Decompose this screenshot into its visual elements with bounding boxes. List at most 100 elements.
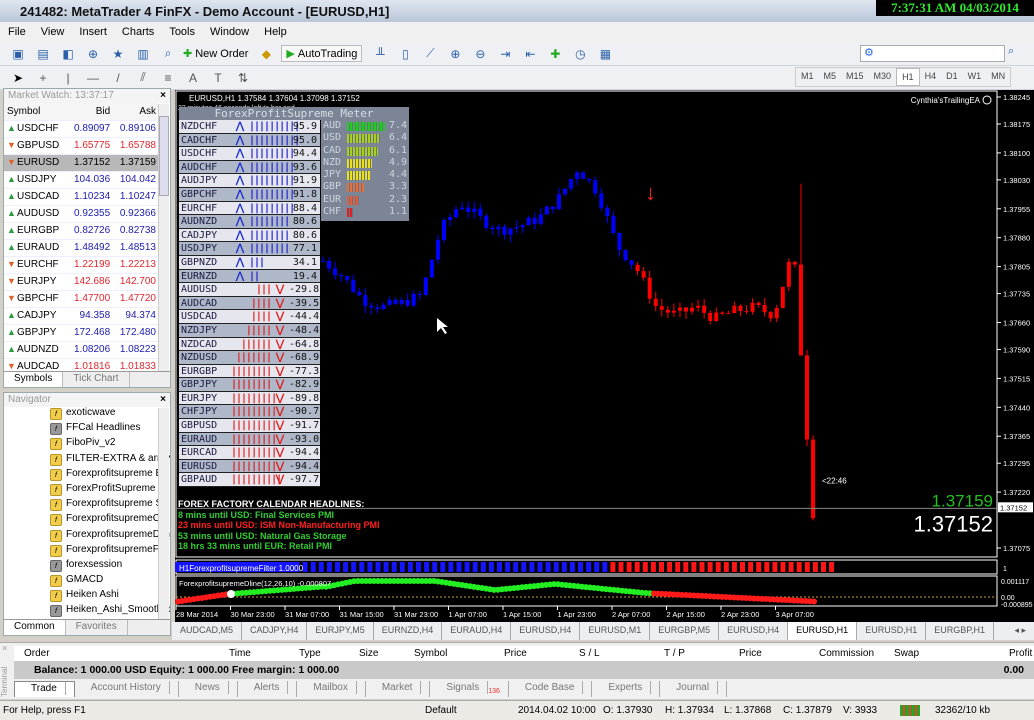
- zoom-in-icon[interactable]: ⊕: [445, 45, 465, 63]
- vertical-line-icon[interactable]: |: [58, 69, 78, 87]
- candlestick-icon[interactable]: ▯: [395, 45, 415, 63]
- market-watch-row[interactable]: ▲AUDNZD 1.08206 1.08223: [4, 341, 159, 359]
- chart-tab[interactable]: EURUSD,M1: [580, 622, 651, 640]
- autotrading-button[interactable]: ▶ AutoTrading: [281, 45, 363, 62]
- menu-view[interactable]: View: [41, 26, 65, 38]
- market-watch-row[interactable]: ▲EURGBP 0.82726 0.82738: [4, 222, 159, 240]
- data-window-icon[interactable]: ⊕: [83, 45, 103, 63]
- menu-charts[interactable]: Charts: [122, 26, 154, 38]
- timeframe-h1[interactable]: H1: [896, 68, 920, 86]
- chart-tab[interactable]: CADJPY,H4: [242, 622, 308, 640]
- chart-tab[interactable]: EURUSD,H1: [857, 622, 927, 640]
- col-commission[interactable]: Commission: [819, 648, 874, 659]
- chart-tab[interactable]: AUDCAD,M5: [172, 622, 243, 640]
- market-watch-row[interactable]: ▼GBPUSD 1.65775 1.65788: [4, 137, 159, 155]
- tab-experts[interactable]: Experts: [592, 681, 661, 697]
- market-watch-row[interactable]: ▼EURUSD 1.37152 1.37159: [4, 154, 159, 172]
- navigator-item[interactable]: f ForexprofitsupremeDlin: [4, 529, 170, 544]
- cursor-icon[interactable]: ➤: [8, 69, 28, 87]
- tab-account-history[interactable]: Account History: [75, 681, 179, 697]
- col-symbol[interactable]: Symbol: [4, 103, 68, 121]
- scrollbar-thumb[interactable]: [159, 116, 169, 196]
- search-input[interactable]: ⚙: [860, 45, 1005, 62]
- market-watch-row[interactable]: ▼GBPCHF 1.47700 1.47720: [4, 290, 159, 308]
- col-time[interactable]: Time: [229, 648, 251, 659]
- market-watch-row[interactable]: ▲GBPJPY 172.468 172.480: [4, 324, 159, 342]
- metaeditor-icon[interactable]: ◆: [256, 45, 276, 63]
- text-icon[interactable]: A: [183, 69, 203, 87]
- tab-symbols[interactable]: Symbols: [4, 372, 64, 387]
- tab-journal[interactable]: Journal: [660, 681, 728, 697]
- arrows-icon[interactable]: ⇅: [233, 69, 253, 87]
- col-price[interactable]: Price: [504, 648, 527, 659]
- close-icon[interactable]: ×: [2, 643, 14, 653]
- timeframe-d1[interactable]: D1: [941, 68, 963, 86]
- market-watch-row[interactable]: ▼EURJPY 142.686 142.700: [4, 273, 159, 291]
- tab-alerts[interactable]: Alerts: [238, 681, 298, 697]
- tab-mailbox[interactable]: Mailbox: [297, 681, 366, 697]
- new-chart-icon[interactable]: ▣: [8, 45, 28, 63]
- market-watch-row[interactable]: ▲USDJPY 104.036 104.042: [4, 171, 159, 189]
- templates-icon[interactable]: ▦: [595, 45, 615, 63]
- navigator-item[interactable]: f ForexProfitSupreme M: [4, 483, 170, 498]
- col-ask[interactable]: Ask: [113, 103, 159, 121]
- tab-common[interactable]: Common: [4, 620, 66, 635]
- menu-help[interactable]: Help: [264, 26, 287, 38]
- col-swap[interactable]: Swap: [894, 648, 919, 659]
- profiles-icon[interactable]: ▤: [33, 45, 53, 63]
- search-icon[interactable]: ⌕: [1008, 45, 1014, 58]
- terminal-icon[interactable]: ▥: [133, 45, 153, 63]
- status-profile[interactable]: Default: [425, 705, 457, 716]
- market-watch-row[interactable]: ▼EURCHF 1.22199 1.22213: [4, 256, 159, 274]
- scrollbar[interactable]: [158, 408, 169, 620]
- menu-file[interactable]: File: [8, 26, 26, 38]
- menu-insert[interactable]: Insert: [79, 26, 107, 38]
- chart-tab[interactable]: EURAUD,H4: [442, 622, 512, 640]
- market-watch-row[interactable]: ▲EURAUD 1.48492 1.48513: [4, 239, 159, 257]
- periods-icon[interactable]: ◷: [570, 45, 590, 63]
- auto-scroll-icon[interactable]: ⇥: [495, 45, 515, 63]
- market-watch-icon[interactable]: ◧: [58, 45, 78, 63]
- col-symbol[interactable]: Symbol: [414, 648, 447, 659]
- navigator-item[interactable]: f Heiken Ashi: [4, 589, 170, 604]
- horizontal-line-icon[interactable]: —: [83, 69, 103, 87]
- close-icon[interactable]: ×: [160, 89, 166, 103]
- timeframe-m30[interactable]: M30: [869, 68, 897, 86]
- tab-favorites[interactable]: Favorites: [66, 620, 128, 635]
- tab-scroll-icon[interactable]: ◂ ▸: [1006, 622, 1034, 640]
- bar-chart-icon[interactable]: ╨: [370, 45, 390, 63]
- navigator-item[interactable]: f Forexprofitsupreme Si: [4, 498, 170, 513]
- timeframe-w1[interactable]: W1: [963, 68, 987, 86]
- menu-tools[interactable]: Tools: [169, 26, 195, 38]
- text-label-icon[interactable]: T: [208, 69, 228, 87]
- strategy-tester-icon[interactable]: ⌕: [158, 45, 178, 63]
- connection-icon[interactable]: [900, 705, 920, 716]
- col-size[interactable]: Size: [359, 648, 378, 659]
- chart-tab[interactable]: EURNZD,H4: [374, 622, 443, 640]
- chart-tab[interactable]: EURUSD,H1: [788, 622, 858, 640]
- col-order[interactable]: Order: [24, 648, 50, 659]
- new-order-button[interactable]: ✚ New Order: [183, 47, 248, 61]
- chart-tab[interactable]: EURUSD,H4: [719, 622, 789, 640]
- market-watch-row[interactable]: ▲USDCAD 1.10234 1.10247: [4, 188, 159, 206]
- timeframe-h4[interactable]: H4: [920, 68, 942, 86]
- timeframe-m5[interactable]: M5: [819, 68, 842, 86]
- indicators-icon[interactable]: ✚: [545, 45, 565, 63]
- trendline-icon[interactable]: /: [108, 69, 128, 87]
- col-type[interactable]: Type: [299, 648, 321, 659]
- col-sl[interactable]: S / L: [579, 648, 600, 659]
- timeframe-m1[interactable]: M1: [796, 68, 819, 86]
- channel-icon[interactable]: ⫽: [133, 69, 153, 87]
- scrollbar[interactable]: [158, 104, 169, 372]
- navigator-item[interactable]: f FFCal Headlines: [4, 422, 170, 437]
- chart-shift-icon[interactable]: ⇤: [520, 45, 540, 63]
- crosshair-icon[interactable]: +: [33, 69, 53, 87]
- tab-code-base[interactable]: Code Base: [509, 681, 593, 697]
- navigator-item[interactable]: f Forexprofitsupreme Ba: [4, 468, 170, 483]
- tab-trade[interactable]: Trade: [14, 681, 75, 697]
- close-icon[interactable]: ×: [160, 393, 166, 407]
- col-price[interactable]: Price: [739, 648, 762, 659]
- tab-tick-chart[interactable]: Tick Chart: [63, 372, 130, 387]
- chart-tab[interactable]: EURGBP,H1: [926, 622, 995, 640]
- menu-window[interactable]: Window: [210, 26, 249, 38]
